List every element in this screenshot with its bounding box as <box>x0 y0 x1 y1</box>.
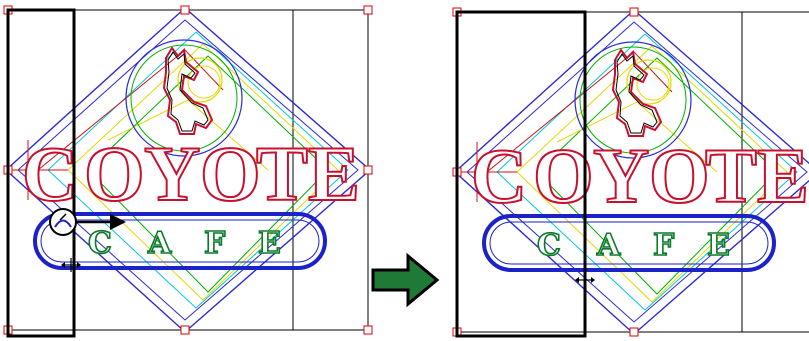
cafe-letter: F <box>653 228 674 263</box>
before-panel: C O Y O T E C A F E <box>2 4 374 338</box>
coyote-letter: E <box>308 130 360 217</box>
cafe-letter: C <box>537 228 561 263</box>
cafe-letter: E <box>258 226 281 261</box>
coyote-word: C O Y O T E <box>470 131 809 220</box>
coyote-letter: E <box>757 132 809 219</box>
cafe-letter: E <box>707 228 730 263</box>
cafe-letter: F <box>204 226 225 261</box>
cafe-letter: A <box>596 228 621 263</box>
coyote-letter: T <box>256 130 308 217</box>
cafe-letter: C <box>88 226 112 261</box>
cafe-word: C A F E <box>536 227 730 264</box>
cafe-letter: A <box>147 226 172 261</box>
cafe-word: C A F E <box>87 225 281 262</box>
zoom-drag-cursor-icon <box>49 208 77 236</box>
coyote-letter: Y <box>593 132 649 219</box>
green-right-arrow-icon <box>371 252 440 308</box>
coyote-letter: O <box>200 130 261 217</box>
coyote-letter: O <box>84 130 145 217</box>
coyote-letter: C <box>471 132 527 219</box>
coyote-letter: Y <box>144 130 200 217</box>
coyote-letter: O <box>649 132 710 219</box>
after-panel: C O Y O T E C A F E <box>451 6 809 338</box>
coyote-letter: C <box>22 130 78 217</box>
coyote-letter: T <box>705 132 757 219</box>
tutorial-illustration: C O Y O T E C A F E C O Y O T E C A F E <box>2 4 809 338</box>
